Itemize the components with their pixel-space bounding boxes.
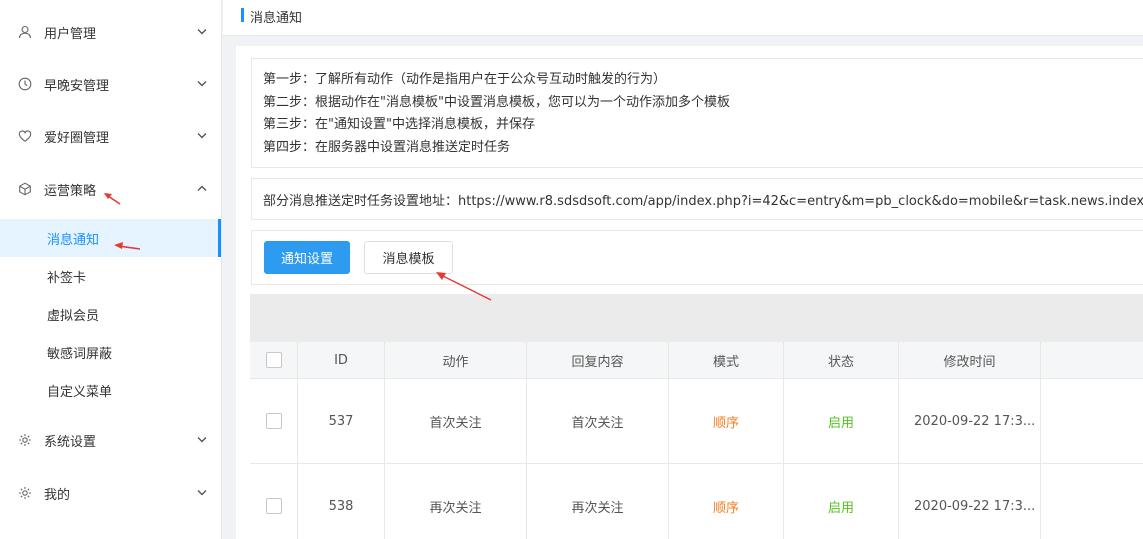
step-line: 第四步：在服务器中设置消息推送定时任务 [263,139,511,155]
cron-url-box: 部分消息推送定时任务设置地址：https://www.r8.sdsdsoft.c… [251,178,1143,220]
chevron-down-icon [197,437,207,443]
column-header-reply: 回复内容 [527,342,669,378]
column-header-id: ID [298,342,385,378]
menu-mine[interactable]: 我的 [0,473,221,513]
column-header-action: 动作 [385,342,527,378]
notify-settings-button[interactable]: 通知设置 [264,241,350,274]
menu-label: 运营策略 [44,183,97,199]
cell-mode: 顺序 [669,379,784,463]
page-title: 消息通知 [250,11,303,26]
cell-action: 首次关注 [385,379,527,463]
chevron-down-icon [197,29,207,35]
chevron-down-icon [197,81,207,87]
menu-user-management[interactable]: 用户管理 [0,12,221,52]
sub-item-label: 虚拟会员 [47,308,100,324]
clock-icon [18,77,32,91]
menu-hobby-circle[interactable]: 爱好圈管理 [0,116,221,156]
row-checkbox-cell [250,464,298,539]
row-checkbox[interactable] [265,498,282,514]
page-header: 消息通知 [223,0,1143,36]
cell-time: 2020-09-22 17:3... [899,379,1041,463]
menu-label: 早晚安管理 [44,78,110,94]
gear-icon [19,487,31,499]
cell-extra [1041,379,1143,463]
row-checkbox[interactable] [265,413,282,429]
chevron-up-icon [197,185,207,191]
menu-label: 我的 [44,487,71,503]
header-checkbox-cell [250,342,298,378]
sub-item-label: 敏感词屏蔽 [47,346,113,362]
chevron-down-icon [197,490,207,496]
cell-time: 2020-09-22 17:3... [899,464,1041,539]
sidebar-item-virtual-member[interactable]: 虚拟会员 [0,295,221,333]
cell-state: 启用 [784,379,899,463]
chevron-down-icon [197,133,207,139]
table-row[interactable]: 538 再次关注 再次关注 顺序 启用 2020-09-22 17:3... [250,464,1143,539]
row-checkbox-cell [250,379,298,463]
menu-label: 用户管理 [44,26,97,42]
user-icon [18,25,32,39]
message-template-button[interactable]: 消息模板 [364,241,453,274]
table-toolbar [250,294,1143,342]
cube-icon [19,182,31,196]
main-content: 第一步：了解所有动作（动作是指用户在于公众号互动时触发的行为） 第二步：根据动作… [236,46,1143,539]
cell-reply: 首次关注 [527,379,669,463]
cell-action: 再次关注 [385,464,527,539]
sidebar-item-custom-menu[interactable]: 自定义菜单 [0,371,221,409]
column-header-time: 修改时间 [899,342,1041,378]
cell-mode: 顺序 [669,464,784,539]
sub-item-label: 补签卡 [47,270,87,286]
table-row[interactable]: 537 首次关注 首次关注 顺序 启用 2020-09-22 17:3... [250,379,1143,464]
actions-table: ID 动作 回复内容 模式 状态 修改时间 537 首次关注 首次关注 顺序 启… [250,342,1143,539]
sidebar-item-makeup-card[interactable]: 补签卡 [0,257,221,295]
button-row: 通知设置 消息模板 [251,230,1143,285]
column-header-extra [1041,342,1143,378]
menu-operation-strategy[interactable]: 运营策略 [0,169,221,209]
title-accent-bar [241,8,244,22]
gear-icon [19,434,31,446]
cell-id: 538 [298,464,385,539]
column-header-mode: 模式 [669,342,784,378]
menu-label: 爱好圈管理 [44,130,110,146]
sidebar: 用户管理 早晚安管理 爱好圈管理 运营策略 消息通知 补签卡 虚拟会员 敏感词屏… [0,0,222,539]
sidebar-item-sensitive-words[interactable]: 敏感词屏蔽 [0,333,221,371]
step-line: 第二步：根据动作在"消息模板"中设置消息模板，您可以为一个动作添加多个模板 [263,94,730,110]
cell-id: 537 [298,379,385,463]
column-header-state: 状态 [784,342,899,378]
select-all-checkbox[interactable] [265,352,282,368]
cell-reply: 再次关注 [527,464,669,539]
menu-system-settings[interactable]: 系统设置 [0,420,221,460]
sub-item-label: 自定义菜单 [47,384,113,400]
sidebar-item-message-notify[interactable]: 消息通知 [0,219,221,257]
steps-box: 第一步：了解所有动作（动作是指用户在于公众号互动时触发的行为） 第二步：根据动作… [251,58,1143,168]
cron-url-text: 部分消息推送定时任务设置地址：https://www.r8.sdsdsoft.c… [263,193,1143,209]
cell-state: 启用 [784,464,899,539]
table-header-row: ID 动作 回复内容 模式 状态 修改时间 [250,342,1143,379]
menu-morning-evening[interactable]: 早晚安管理 [0,64,221,104]
cell-extra [1041,464,1143,539]
heart-icon [18,130,32,142]
menu-label: 系统设置 [44,434,97,450]
sub-item-label: 消息通知 [47,232,100,248]
step-line: 第一步：了解所有动作（动作是指用户在于公众号互动时触发的行为） [263,72,667,87]
step-line: 第三步：在"通知设置"中选择消息模板，并保存 [263,117,535,132]
